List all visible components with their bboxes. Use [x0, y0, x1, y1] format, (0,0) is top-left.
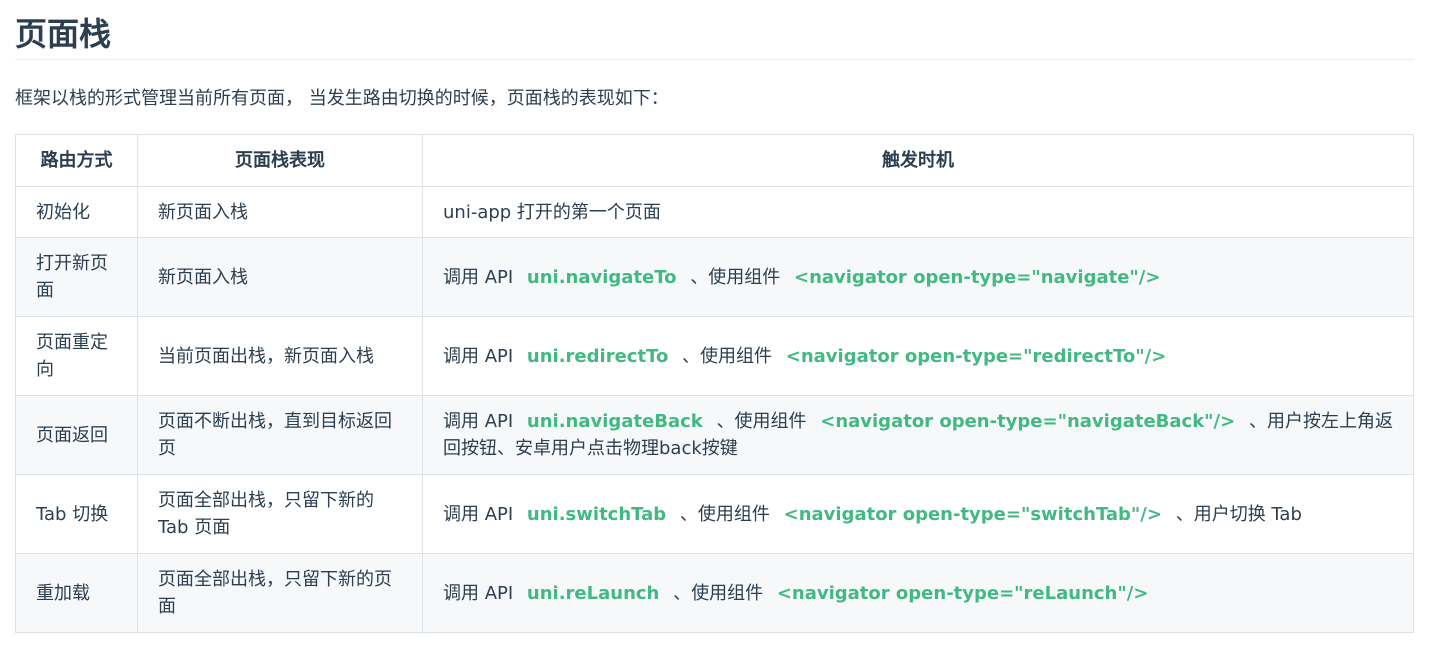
cell-route-method: 页面返回	[15, 395, 138, 475]
trigger-text: 、使用组件	[684, 266, 786, 288]
trigger-text: 、使用组件	[667, 582, 769, 604]
cell-route-method: 初始化	[15, 186, 138, 238]
trigger-text: 、使用组件	[710, 411, 813, 432]
table-row: 打开新页面 新页面入栈 调用 API uni.navigateTo 、使用组件 <n…	[15, 237, 1414, 317]
inline-code: <navigator open-type="navigate"/>	[793, 266, 1161, 288]
inline-code: uni.navigateTo	[526, 266, 677, 288]
cell-route-method: 打开新页面	[15, 237, 138, 317]
inline-code: <navigator open-type="navigateBack"/>	[820, 411, 1236, 432]
cell-trigger: uni-app 打开的第一个页面	[422, 186, 1414, 238]
inline-code: <navigator open-type="reLaunch"/>	[776, 582, 1149, 604]
intro-paragraph: 框架以栈的形式管理当前所有页面， 当发生路由切换的时候，页面栈的表现如下：	[15, 88, 669, 109]
cell-trigger: 调用 API uni.navigateTo 、使用组件 <navigator o…	[422, 237, 1414, 317]
trigger-text: uni-app 打开的第一个页面	[443, 201, 661, 223]
cell-trigger: 调用 API uni.redirectTo 、使用组件 <navigator o…	[422, 316, 1414, 396]
trigger-text: 、使用组件	[674, 503, 776, 525]
cell-stack-behavior: 新页面入栈	[137, 186, 423, 238]
trigger-text: 调用 API	[443, 345, 519, 367]
cell-route-method: 重加载	[15, 553, 138, 633]
table-body: 初始化 新页面入栈 uni-app 打开的第一个页面 打开新页面 新页面入栈 调用 API…	[15, 186, 1414, 633]
cell-route-method: 页面重定向	[15, 316, 138, 396]
table-header-row: 路由方式 页面栈表现 触发时机	[15, 134, 1414, 187]
inline-code: uni.navigateBack	[526, 411, 703, 432]
cell-trigger: 调用 API uni.reLaunch 、使用组件 <navigator ope…	[422, 553, 1414, 633]
inline-code: uni.switchTab	[526, 503, 667, 525]
header-stack-behavior: 页面栈表现	[137, 134, 423, 187]
inline-code: uni.reLaunch	[526, 582, 660, 604]
doc-page: 页面栈 框架以栈的形式管理当前所有页面， 当发生路由切换的时候，页面栈的表现如下…	[0, 0, 1430, 650]
cell-stack-behavior: 新页面入栈	[137, 237, 423, 317]
trigger-text: 调用 API	[443, 266, 519, 288]
inline-code: uni.redirectTo	[526, 345, 669, 367]
cell-stack-behavior: 当前页面出栈，新页面入栈	[137, 316, 423, 396]
page-stack-table: 路由方式 页面栈表现 触发时机 初始化 新页面入栈 uni-app 打开的第一个页面…	[15, 134, 1414, 633]
table-row: 初始化 新页面入栈 uni-app 打开的第一个页面	[15, 186, 1414, 238]
cell-stack-behavior: 页面不断出栈，直到目标返回页	[137, 395, 423, 475]
header-trigger: 触发时机	[422, 134, 1414, 187]
trigger-text: 调用 API	[443, 503, 519, 525]
table-row: 页面重定向 当前页面出栈，新页面入栈 调用 API uni.redirectTo 、…	[15, 316, 1414, 396]
page-title: 页面栈	[15, 15, 112, 53]
trigger-text: 调用 API	[443, 582, 519, 604]
cell-route-method: Tab 切换	[15, 474, 138, 554]
cell-stack-behavior: 页面全部出栈，只留下新的 Tab 页面	[137, 474, 423, 554]
header-route-method: 路由方式	[15, 134, 138, 187]
table-row: 重加载 页面全部出栈，只留下新的页面 调用 API uni.reLaunch 、使用…	[15, 553, 1414, 633]
inline-code: <navigator open-type="redirectTo"/>	[785, 345, 1167, 367]
cell-stack-behavior: 页面全部出栈，只留下新的页面	[137, 553, 423, 633]
trigger-text: 、用户切换 Tab	[1169, 503, 1302, 525]
cell-trigger: 调用 API uni.switchTab 、使用组件 <navigator op…	[422, 474, 1414, 554]
title-divider	[15, 59, 1414, 60]
table-row: Tab 切换 页面全部出栈，只留下新的 Tab 页面 调用 API uni.swit…	[15, 474, 1414, 554]
inline-code: <navigator open-type="switchTab"/>	[783, 503, 1162, 525]
cell-trigger: 调用 API uni.navigateBack 、使用组件 <navigator…	[422, 395, 1414, 475]
trigger-text: 调用 API	[443, 411, 519, 432]
trigger-text: 、使用组件	[676, 345, 778, 367]
table-row: 页面返回 页面不断出栈，直到目标返回页 调用 API uni.navigateBac…	[15, 395, 1414, 475]
